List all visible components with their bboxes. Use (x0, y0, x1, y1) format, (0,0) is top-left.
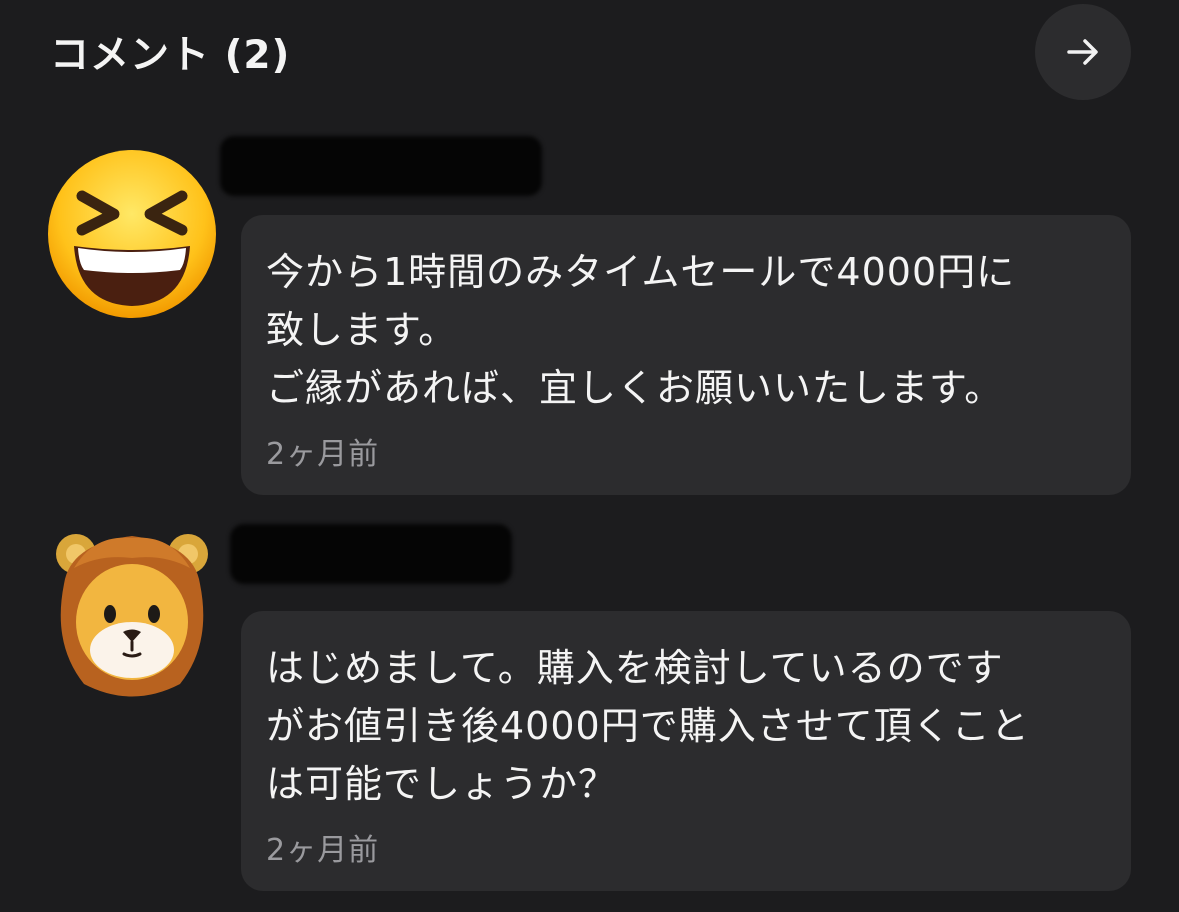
lion-memoji-icon (56, 534, 208, 697)
open-comments-button[interactable] (1035, 4, 1131, 100)
comment-text: 今から1時間のみタイムセールで4000円に 致します。 ご縁があれば、宜しくお願… (266, 250, 1016, 410)
arrow-right-icon (1067, 39, 1098, 65)
grinning-squinting-face-icon (48, 150, 216, 318)
comment-bubble: はじめまして。購入を検討しているのです がお値引き後4000円で購入させて頂くこ… (241, 611, 1131, 891)
redacted-username[interactable] (220, 136, 542, 196)
comments-title: コメント (2) (50, 33, 291, 78)
grinning-squinting-face-avatar[interactable] (44, 146, 220, 322)
lion-memoji-avatar[interactable] (44, 524, 220, 700)
comment-bubble: 今から1時間のみタイムセールで4000円に 致します。 ご縁があれば、宜しくお願… (241, 215, 1131, 495)
comment-text: はじめまして。購入を検討しているのです がお値引き後4000円で購入させて頂くこ… (266, 646, 1030, 806)
comment-timestamp: 2ヶ月前 (266, 437, 380, 472)
comment-timestamp: 2ヶ月前 (266, 833, 380, 868)
redacted-username[interactable] (230, 524, 512, 584)
comments-header: コメント (2) (0, 0, 1179, 100)
